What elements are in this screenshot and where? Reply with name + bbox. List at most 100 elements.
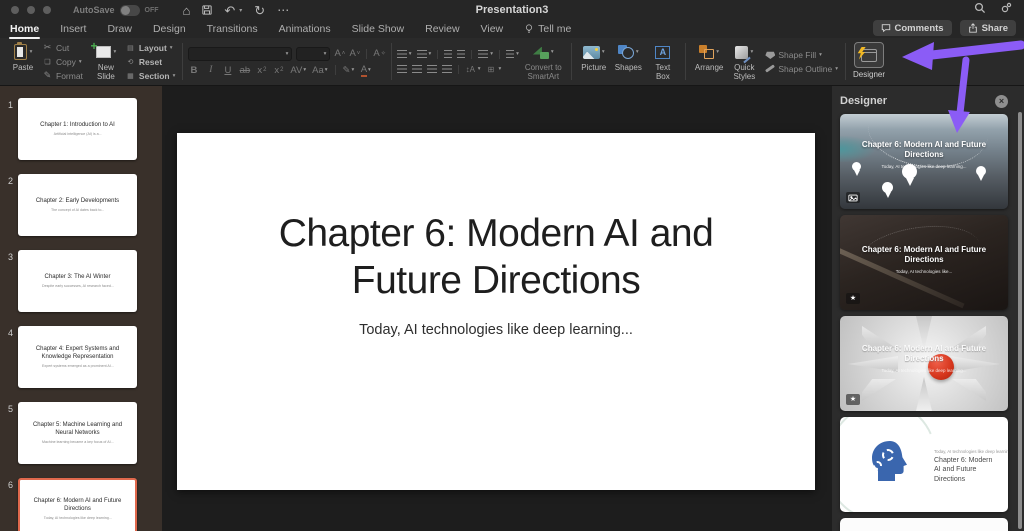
slide-thumbnail-6-selected[interactable]: 6 Chapter 6: Modern AI and Future Direct… (0, 478, 162, 531)
decrease-indent-button[interactable] (444, 48, 452, 60)
tab-review[interactable]: Review (424, 21, 460, 38)
design-suggestion-1[interactable]: Chapter 6: Modern AI and Future Directio… (840, 114, 1008, 209)
slide-thumbnail-3[interactable]: 3 Chapter 3: The AI WinterDespite early … (0, 250, 162, 312)
new-slide-icon (96, 46, 111, 58)
home-icon[interactable]: ⌂ (183, 4, 191, 17)
tab-insert[interactable]: Insert (59, 21, 87, 38)
close-window-icon[interactable] (11, 6, 19, 14)
autosave-control[interactable]: AutoSave OFF (73, 5, 159, 16)
strikethrough-button[interactable]: ab (239, 65, 250, 76)
tab-slide-show[interactable]: Slide Show (351, 21, 406, 38)
line-spacing-button[interactable]: ▾ (478, 48, 493, 60)
quick-styles-button[interactable]: ▾ Quick Styles (727, 40, 761, 83)
clear-formatting-button[interactable]: A✧ (373, 48, 385, 59)
align-right-button[interactable] (427, 63, 437, 75)
paste-button[interactable]: ▾ Paste (6, 40, 40, 83)
highlight-color-button[interactable]: ✎▾ (343, 65, 355, 76)
copy-button[interactable]: ❏Copy▾ (42, 55, 83, 68)
align-center-button[interactable] (412, 63, 422, 75)
designer-button[interactable]: Designer (853, 40, 885, 83)
design-suggestion-3[interactable]: Chapter 6: Modern AI and Future Directio… (840, 316, 1008, 411)
slide-thumbnail-5[interactable]: 5 Chapter 5: Machine Learning and Neural… (0, 402, 162, 464)
align-left-button[interactable] (397, 63, 407, 75)
slide-title[interactable]: Chapter 6: Modern AI and Future Directio… (177, 211, 815, 305)
text-box-button[interactable]: A Text Box (646, 40, 680, 83)
tab-design[interactable]: Design (152, 21, 187, 38)
undo-icon[interactable]: ↶ (224, 4, 235, 17)
cut-button[interactable]: ✂Cut (42, 41, 83, 54)
tab-view[interactable]: View (480, 21, 505, 38)
font-name-select[interactable]: ▾ (188, 47, 292, 61)
redo-icon[interactable]: ↻ (254, 4, 265, 17)
format-painter-button[interactable]: ✎Format (42, 69, 83, 82)
columns-button[interactable]: ▾ (506, 48, 519, 60)
current-slide[interactable]: Chapter 6: Modern AI and Future Directio… (177, 133, 815, 490)
paste-clipboard-icon (14, 44, 27, 60)
save-icon[interactable] (202, 5, 212, 15)
slide-thumbnail-1[interactable]: 1 Chapter 1: Introduction to AIArtificia… (0, 98, 162, 160)
text-direction-button[interactable]: ↕A▾ (465, 63, 481, 75)
justify-button[interactable] (442, 63, 452, 75)
bold-button[interactable]: B (188, 65, 199, 76)
share-icon (968, 23, 978, 33)
subscript-button[interactable]: x2 (273, 65, 284, 76)
designer-pane: Designer × Chapter 6: Modern AI and Futu… (832, 86, 1024, 531)
design-title: Chapter 6: Modern AI and Future Directio… (846, 140, 1002, 161)
numbering-button[interactable]: ▾ (417, 48, 432, 60)
design-suggestion-4[interactable]: Today, AI technologies like deep learnin… (840, 417, 1008, 512)
grow-font-button[interactable]: A˄ (334, 48, 345, 59)
change-case-button[interactable]: Aa▾ (312, 65, 327, 76)
superscript-button[interactable]: x2 (256, 65, 267, 76)
tab-home[interactable]: Home (9, 21, 40, 38)
design-subtitle: Today, AI technologies like deep learnin… (934, 449, 997, 454)
slide-number: 2 (0, 174, 13, 236)
slide-thumbnail-4[interactable]: 4 Chapter 4: Expert Systems and Knowledg… (0, 326, 162, 388)
close-designer-icon[interactable]: × (995, 95, 1008, 108)
align-text-button[interactable]: ⊞▾ (486, 63, 502, 75)
slide-thumbnail-2[interactable]: 2 Chapter 2: Early DevelopmentsThe conce… (0, 174, 162, 236)
undo-dropdown-icon[interactable]: ▾ (239, 7, 242, 14)
design-subtitle: Today, AI technologies like deep learnin… (846, 164, 1002, 169)
more-commands-icon[interactable]: ⋯ (277, 4, 289, 16)
tab-transitions[interactable]: Transitions (206, 21, 259, 38)
convert-to-smartart-button[interactable]: ▾ Convert to SmartArt (521, 40, 566, 83)
powerpoint-window: AutoSave OFF ⌂ ↶ ▾ ↻ ⋯ Presentation3 Hom… (0, 0, 1024, 531)
design-suggestion-2[interactable]: Chapter 6: Modern AI and Future Directio… (840, 215, 1008, 310)
section-button[interactable]: ▦Section▾ (125, 69, 175, 82)
italic-button[interactable]: I (205, 65, 216, 75)
search-icon[interactable] (974, 1, 986, 19)
layout-button[interactable]: ▤Layout▾ (125, 41, 175, 54)
comments-button[interactable]: Comments (873, 20, 952, 36)
reset-button[interactable]: ⟲Reset (125, 55, 175, 68)
new-slide-button[interactable]: ▾ New Slide (89, 40, 123, 83)
shape-outline-button[interactable]: Shape Outline▾ (765, 62, 838, 75)
share-button[interactable]: Share (960, 20, 1016, 36)
character-spacing-button[interactable]: AV▾ (290, 65, 306, 76)
zoom-window-icon[interactable] (43, 6, 51, 14)
underline-button[interactable]: U (222, 65, 233, 76)
autosave-toggle[interactable] (120, 5, 140, 16)
ribbon: ▾ Paste ✂Cut ❏Copy▾ ✎Format ▾ New Slide … (0, 38, 1024, 86)
arrange-button[interactable]: ▾ Arrange (691, 40, 727, 83)
picture-button[interactable]: ▾ Picture (577, 40, 611, 83)
font-color-button[interactable]: A▾ (360, 64, 371, 77)
tab-animations[interactable]: Animations (278, 21, 332, 38)
shape-outline-icon (765, 64, 775, 72)
shapes-icon (618, 45, 634, 59)
account-icon[interactable] (1000, 1, 1012, 19)
tab-draw[interactable]: Draw (106, 21, 133, 38)
designer-pane-title: Designer (840, 95, 887, 107)
designer-scrollbar[interactable] (1018, 112, 1022, 529)
quick-styles-icon (735, 46, 748, 59)
increase-indent-button[interactable] (457, 48, 465, 60)
minimize-window-icon[interactable] (27, 6, 35, 14)
bullets-button[interactable]: ▾ (397, 48, 412, 60)
shapes-button[interactable]: ▾ Shapes (611, 40, 646, 83)
arrange-icon (699, 45, 714, 59)
slide-subtitle[interactable]: Today, AI technologies like deep learnin… (177, 322, 815, 338)
font-size-select[interactable]: ▾ (296, 47, 330, 61)
tab-tell-me[interactable]: Tell me (523, 21, 572, 38)
shrink-font-button[interactable]: A˅ (349, 48, 360, 59)
design-suggestion-5-partial[interactable] (840, 518, 1008, 531)
shape-fill-button[interactable]: Shape Fill▾ (765, 48, 838, 61)
